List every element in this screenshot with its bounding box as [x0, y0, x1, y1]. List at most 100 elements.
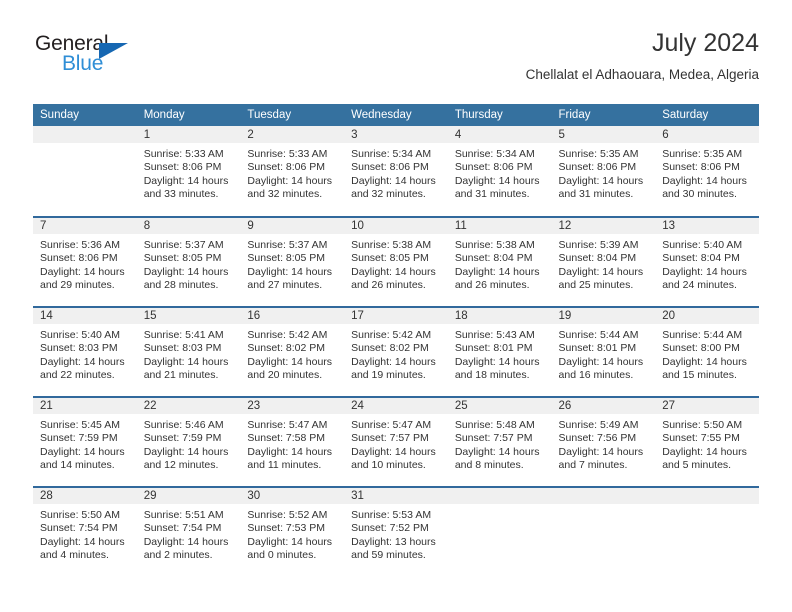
calendar-day-cell[interactable]: 15 Sunrise: 5:41 AM Sunset: 8:03 PM Dayligh… — [136, 306, 241, 396]
day-number: 26 — [551, 396, 656, 414]
calendar-day-cell[interactable]: 28 Sunrise: 5:50 AM Sunset: 7:54 PM Dayligh… — [33, 486, 137, 576]
day-details — [655, 504, 759, 509]
day-details: Sunrise: 5:33 AM Sunset: 8:06 PM Daylight:… — [137, 143, 241, 202]
day-cell-inner: 22 Sunrise: 5:46 AM Sunset: 7:59 PM Dayligh… — [136, 396, 241, 486]
day-number: 17 — [344, 306, 448, 324]
sunrise-text: Sunrise: 5:53 AM — [351, 509, 432, 521]
day-cell-inner: 29 Sunrise: 5:51 AM Sunset: 7:54 PM Dayligh… — [136, 486, 241, 576]
daylight-text-line1: Daylight: 14 hours — [454, 445, 540, 458]
calendar-day-cell[interactable]: 31 Sunrise: 5:53 AM Sunset: 7:52 PM Dayligh… — [344, 486, 448, 576]
daylight-text-line1: Daylight: 14 hours — [558, 174, 644, 187]
calendar-day-cell[interactable]: 18 Sunrise: 5:43 AM Sunset: 8:01 PM Dayligh… — [447, 306, 552, 396]
sunrise-text: Sunrise: 5:39 AM — [558, 239, 639, 251]
calendar-day-cell[interactable]: 9 Sunrise: 5:37 AM Sunset: 8:05 PM Daylight… — [240, 216, 345, 306]
sunrise-text: Sunrise: 5:42 AM — [247, 329, 328, 341]
day-details: Sunrise: 5:51 AM Sunset: 7:54 PM Daylight:… — [137, 504, 241, 563]
day-details: Sunrise: 5:34 AM Sunset: 8:06 PM Daylight:… — [344, 143, 448, 202]
calendar-day-cell[interactable]: 22 Sunrise: 5:46 AM Sunset: 7:59 PM Dayligh… — [136, 396, 241, 486]
calendar-day-cell[interactable]: 13 Sunrise: 5:40 AM Sunset: 8:04 PM Dayligh… — [655, 216, 759, 306]
sunset-text: Sunset: 8:02 PM — [351, 342, 429, 355]
day-number: 16 — [240, 306, 345, 324]
calendar-day-cell[interactable]: 6 Sunrise: 5:35 AM Sunset: 8:06 PM Daylight… — [655, 126, 759, 216]
day-cell-inner: 17 Sunrise: 5:42 AM Sunset: 8:02 PM Dayligh… — [344, 306, 448, 396]
calendar-day-cell[interactable]: 27 Sunrise: 5:50 AM Sunset: 7:55 PM Dayligh… — [655, 396, 759, 486]
day-number: 22 — [136, 396, 241, 414]
calendar-day-cell[interactable]: 5 Sunrise: 5:35 AM Sunset: 8:06 PM Daylight… — [551, 126, 656, 216]
day-cell-inner: 4 Sunrise: 5:34 AM Sunset: 8:06 PM Daylight… — [447, 126, 552, 216]
day-cell-inner: 9 Sunrise: 5:37 AM Sunset: 8:05 PM Daylight… — [240, 216, 345, 306]
calendar-day-cell[interactable]: 26 Sunrise: 5:49 AM Sunset: 7:56 PM Dayligh… — [551, 396, 656, 486]
daylight-text-line2: and 19 minutes. — [351, 369, 426, 382]
day-cell-inner: 11 Sunrise: 5:38 AM Sunset: 8:04 PM Dayligh… — [447, 216, 552, 306]
calendar-day-cell[interactable]: 19 Sunrise: 5:44 AM Sunset: 8:01 PM Dayligh… — [551, 306, 656, 396]
day-number: 30 — [240, 486, 345, 504]
daylight-text-line2: and 16 minutes. — [558, 369, 634, 382]
daylight-text-line2: and 0 minutes. — [247, 549, 317, 562]
sunset-text: Sunset: 8:06 PM — [454, 161, 533, 174]
generalblue-logo[interactable]: General Blue — [33, 32, 173, 84]
day-number: 23 — [240, 396, 345, 414]
calendar-day-cell[interactable]: 1 Sunrise: 5:33 AM Sunset: 8:06 PM Daylight… — [136, 126, 241, 216]
sunrise-text: Sunrise: 5:48 AM — [454, 419, 535, 431]
sunrise-text: Sunrise: 5:37 AM — [247, 239, 328, 251]
sunset-text: Sunset: 7:54 PM — [143, 522, 222, 535]
calendar-day-cell[interactable]: 3 Sunrise: 5:34 AM Sunset: 8:06 PM Daylight… — [344, 126, 448, 216]
sunrise-text: Sunrise: 5:42 AM — [351, 329, 432, 341]
day-details: Sunrise: 5:48 AM Sunset: 7:57 PM Daylight:… — [448, 414, 552, 473]
weekday-header-tuesday: Tuesday — [240, 104, 345, 126]
day-details: Sunrise: 5:53 AM Sunset: 7:52 PM Daylight:… — [344, 504, 448, 563]
day-cell-inner: 18 Sunrise: 5:43 AM Sunset: 8:01 PM Dayligh… — [447, 306, 552, 396]
calendar-day-cell[interactable]: 4 Sunrise: 5:34 AM Sunset: 8:06 PM Daylight… — [447, 126, 552, 216]
calendar-day-cell[interactable]: 24 Sunrise: 5:47 AM Sunset: 7:57 PM Dayligh… — [344, 396, 448, 486]
calendar-day-cell[interactable]: 11 Sunrise: 5:38 AM Sunset: 8:04 PM Dayligh… — [447, 216, 552, 306]
sunset-text: Sunset: 8:04 PM — [454, 252, 533, 265]
calendar-day-cell[interactable]: 17 Sunrise: 5:42 AM Sunset: 8:02 PM Dayligh… — [344, 306, 448, 396]
calendar-day-cell[interactable]: 7 Sunrise: 5:36 AM Sunset: 8:06 PM Daylight… — [33, 216, 137, 306]
sunrise-text: Sunrise: 5:44 AM — [558, 329, 639, 341]
sunrise-text: Sunrise: 5:50 AM — [40, 509, 120, 521]
day-cell-inner — [447, 486, 552, 576]
calendar-day-cell[interactable]: 30 Sunrise: 5:52 AM Sunset: 7:53 PM Dayligh… — [240, 486, 345, 576]
sunset-text: Sunset: 7:52 PM — [351, 522, 429, 535]
daylight-text-line1: Daylight: 14 hours — [143, 265, 229, 278]
daylight-text-line1: Daylight: 14 hours — [143, 535, 229, 548]
calendar-page: General Blue July 2024 Chellalat el Adha… — [0, 0, 792, 612]
daylight-text-line2: and 31 minutes. — [454, 188, 530, 201]
day-details: Sunrise: 5:41 AM Sunset: 8:03 PM Daylight:… — [137, 324, 241, 383]
calendar-day-cell[interactable]: 2 Sunrise: 5:33 AM Sunset: 8:06 PM Daylight… — [240, 126, 345, 216]
sunset-text: Sunset: 7:59 PM — [143, 432, 222, 445]
daylight-text-line1: Daylight: 14 hours — [454, 174, 540, 187]
sunset-text: Sunset: 7:56 PM — [558, 432, 637, 445]
calendar-day-cell[interactable]: 10 Sunrise: 5:38 AM Sunset: 8:05 PM Dayligh… — [344, 216, 448, 306]
day-cell-inner: 1 Sunrise: 5:33 AM Sunset: 8:06 PM Daylight… — [136, 126, 241, 216]
calendar-day-cell[interactable]: 8 Sunrise: 5:37 AM Sunset: 8:05 PM Daylight… — [136, 216, 241, 306]
sunrise-text: Sunrise: 5:40 AM — [662, 239, 743, 251]
day-cell-inner: 16 Sunrise: 5:42 AM Sunset: 8:02 PM Dayligh… — [240, 306, 345, 396]
daylight-text-line1: Daylight: 14 hours — [247, 355, 333, 368]
sunset-text: Sunset: 8:06 PM — [143, 161, 222, 174]
daylight-text-line1: Daylight: 14 hours — [662, 174, 747, 187]
daylight-text-line2: and 10 minutes. — [351, 459, 426, 472]
calendar-day-cell[interactable]: 29 Sunrise: 5:51 AM Sunset: 7:54 PM Dayligh… — [136, 486, 241, 576]
daylight-text-line2: and 24 minutes. — [662, 279, 737, 292]
daylight-text-line1: Daylight: 14 hours — [351, 445, 436, 458]
calendar-day-cell[interactable]: 12 Sunrise: 5:39 AM Sunset: 8:04 PM Dayligh… — [551, 216, 656, 306]
sunrise-text: Sunrise: 5:35 AM — [558, 148, 639, 160]
daylight-text-line1: Daylight: 14 hours — [247, 265, 333, 278]
day-cell-inner: 13 Sunrise: 5:40 AM Sunset: 8:04 PM Dayligh… — [655, 216, 759, 306]
daylight-text-line1: Daylight: 14 hours — [351, 355, 436, 368]
calendar-day-cell[interactable]: 23 Sunrise: 5:47 AM Sunset: 7:58 PM Dayligh… — [240, 396, 345, 486]
day-number — [551, 486, 656, 504]
calendar-day-cell[interactable]: 16 Sunrise: 5:42 AM Sunset: 8:02 PM Dayligh… — [240, 306, 345, 396]
day-cell-inner: 27 Sunrise: 5:50 AM Sunset: 7:55 PM Dayligh… — [655, 396, 759, 486]
day-cell-inner: 28 Sunrise: 5:50 AM Sunset: 7:54 PM Dayligh… — [33, 486, 137, 576]
sunset-text: Sunset: 8:00 PM — [662, 342, 740, 355]
calendar-day-cell[interactable]: 14 Sunrise: 5:40 AM Sunset: 8:03 PM Dayligh… — [33, 306, 137, 396]
day-number: 15 — [136, 306, 241, 324]
daylight-text-line1: Daylight: 14 hours — [454, 355, 540, 368]
calendar-day-cell[interactable]: 20 Sunrise: 5:44 AM Sunset: 8:00 PM Dayligh… — [655, 306, 759, 396]
calendar-day-cell[interactable]: 25 Sunrise: 5:48 AM Sunset: 7:57 PM Dayligh… — [447, 396, 552, 486]
daylight-text-line1: Daylight: 14 hours — [40, 445, 125, 458]
calendar-day-cell[interactable]: 21 Sunrise: 5:45 AM Sunset: 7:59 PM Dayligh… — [33, 396, 137, 486]
day-cell-inner: 7 Sunrise: 5:36 AM Sunset: 8:06 PM Daylight… — [33, 216, 137, 306]
